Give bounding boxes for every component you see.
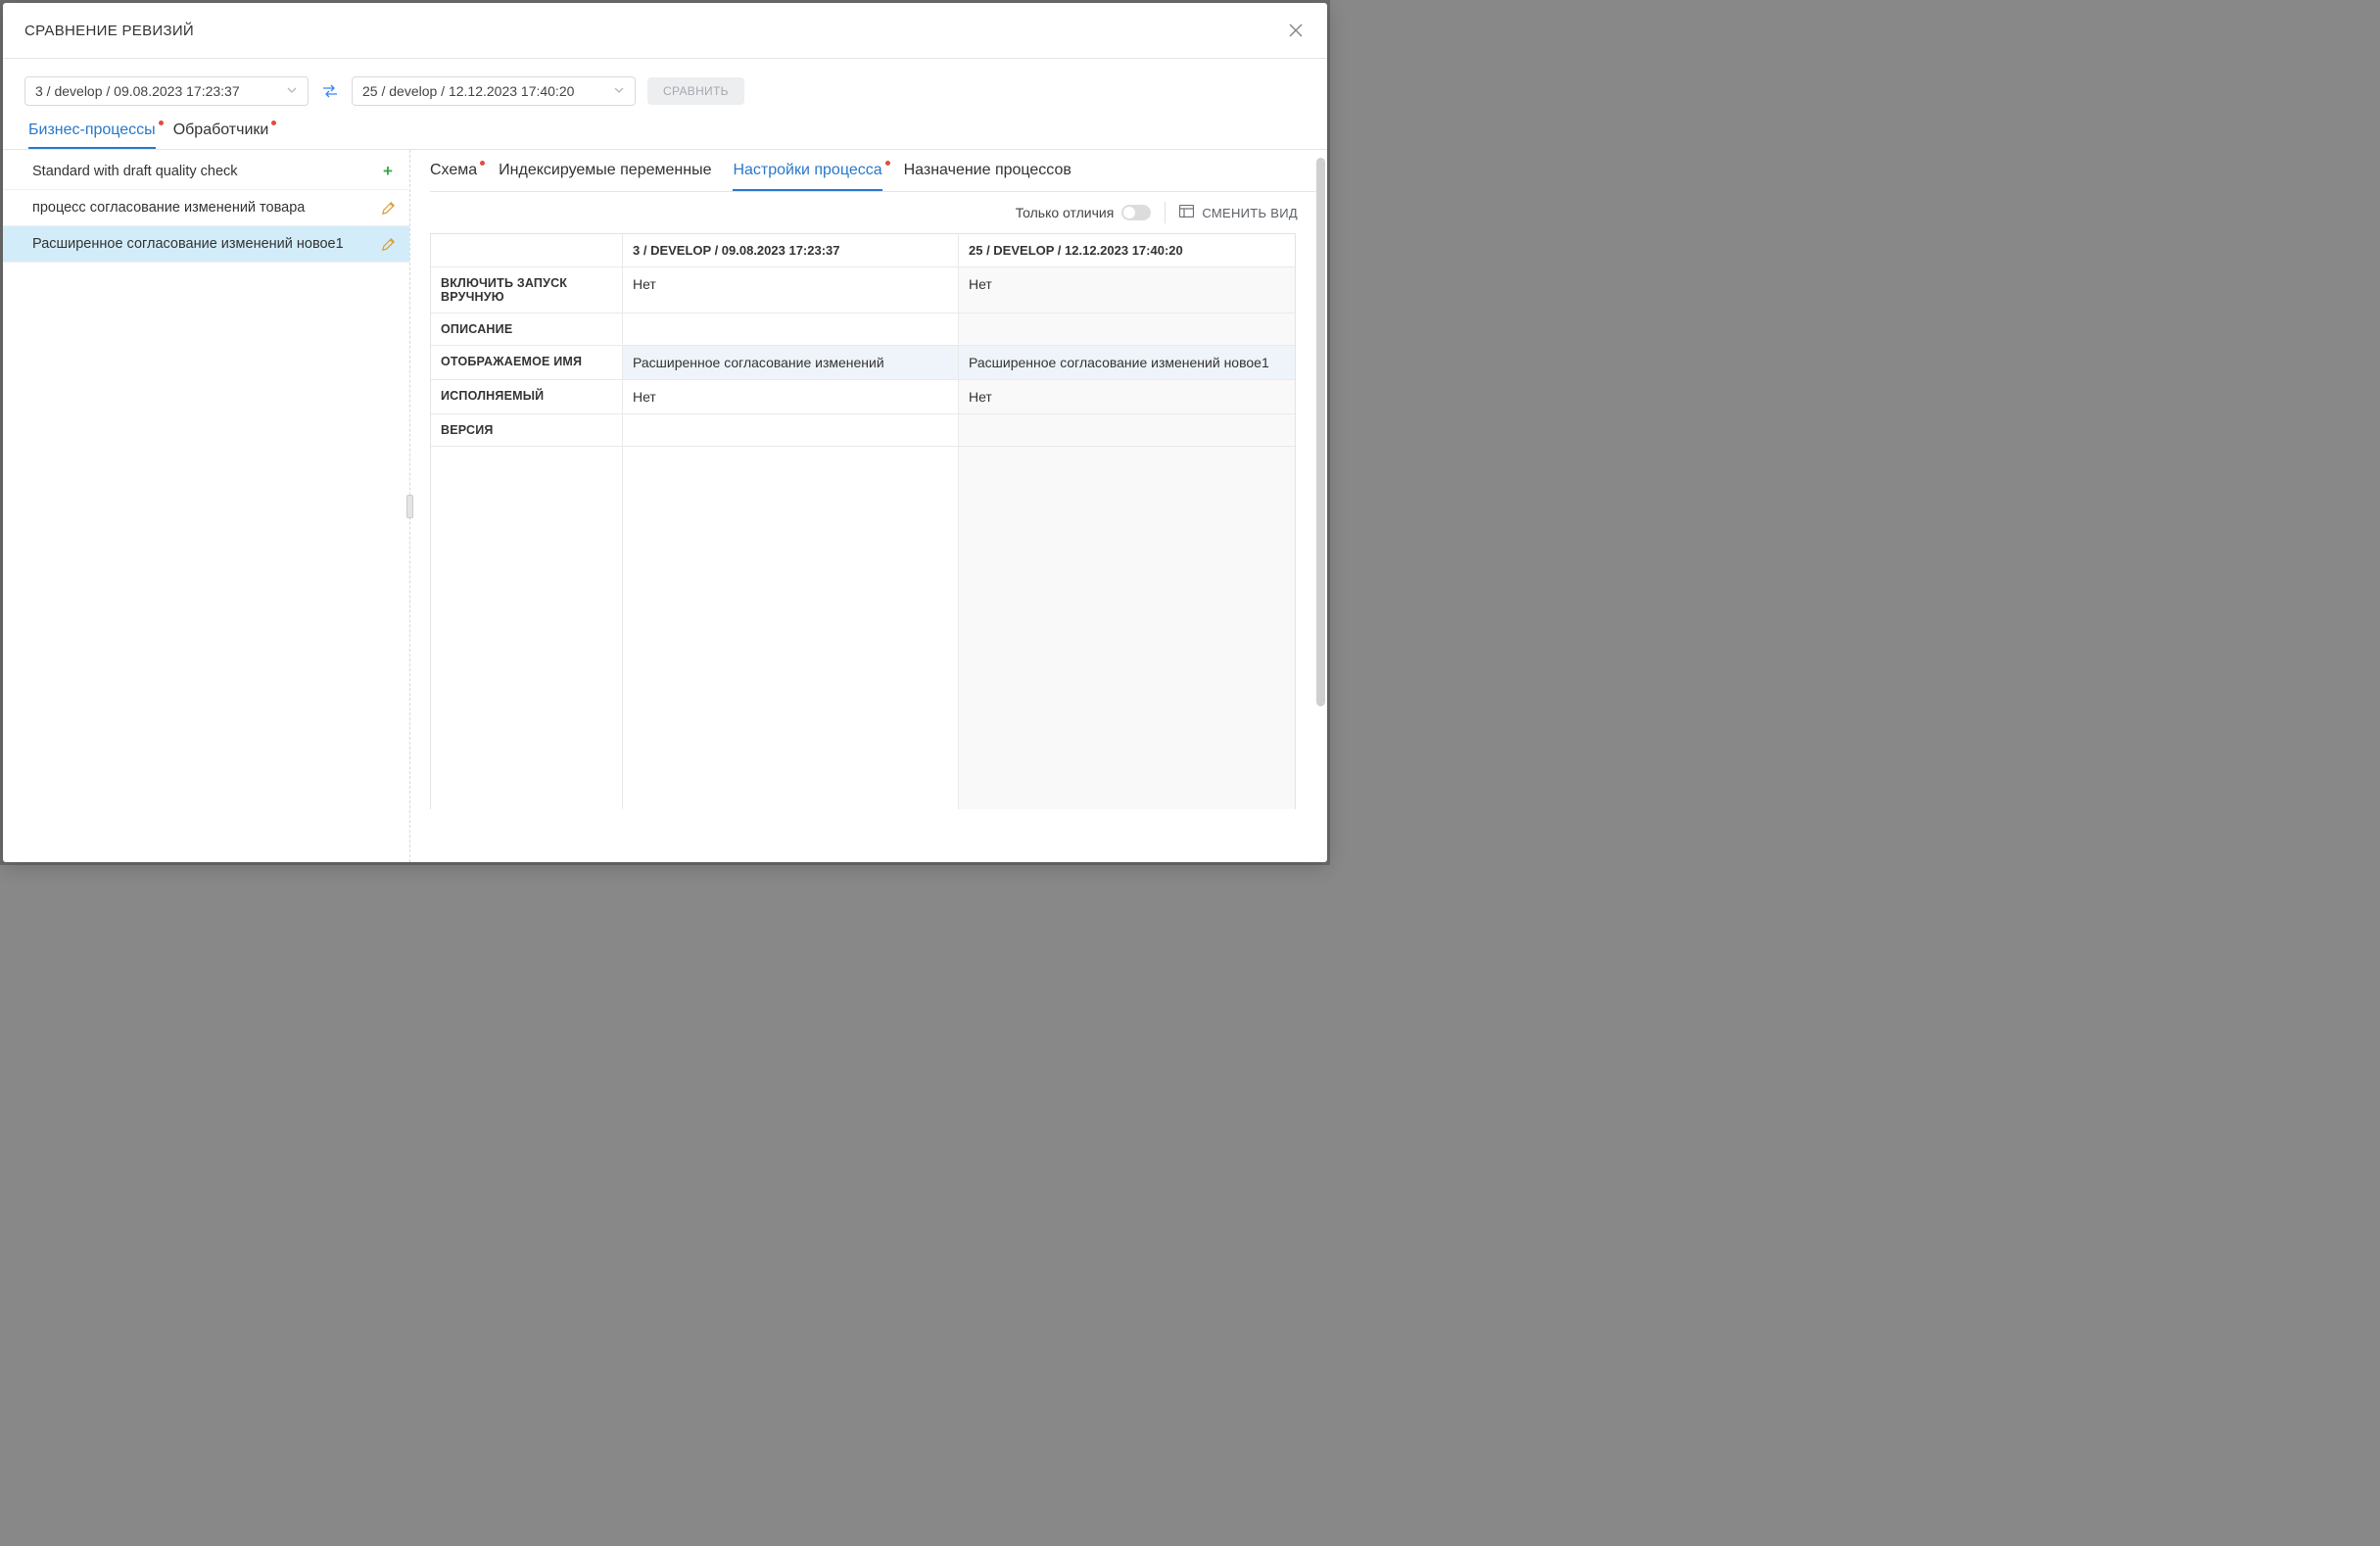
sub-tabs: Схема Индексируемые переменные Настройки… [430,150,1317,192]
row-value-left [623,314,959,346]
left-revision-select[interactable]: 3 / develop / 09.08.2023 17:23:37 [24,76,309,106]
list-item[interactable]: процесс согласование изменений товара [3,190,409,226]
row-value-left: Нет [623,380,959,414]
comparison-panel: Схема Индексируемые переменные Настройки… [410,150,1327,862]
list-item[interactable]: Расширенное согласование изменений новое… [3,226,409,263]
tab-process-assign[interactable]: Назначение процессов [904,162,1071,191]
primary-tabs: Бизнес-процессы Обработчики [3,106,1327,150]
row-value-right: Нет [959,267,1295,314]
list-item[interactable]: Standard with draft quality check + [3,154,409,190]
row-value-right [959,314,1295,346]
row-value-right: Нет [959,380,1295,414]
table-corner [431,234,623,267]
row-value-right [959,414,1295,447]
change-view-button[interactable]: СМЕНИТЬ ВИД [1179,205,1298,220]
tab-handlers[interactable]: Обработчики [173,121,269,149]
row-label: ОПИСАНИЕ [431,314,623,346]
revision-compare-modal: СРАВНЕНИЕ РЕВИЗИЙ 3 / develop / 09.08.20… [3,3,1327,862]
left-revision-value: 3 / develop / 09.08.2023 17:23:37 [35,83,240,99]
plus-icon: + [380,164,396,179]
row-label: ВКЛЮЧИТЬ ЗАПУСК ВРУЧНУЮ [431,267,623,314]
tab-indexed-vars[interactable]: Индексируемые переменные [499,162,711,191]
layout-icon [1179,205,1194,220]
row-label: ОТОБРАЖАЕМОЕ ИМЯ [431,346,623,380]
tab-process-settings[interactable]: Настройки процесса [733,162,881,191]
compare-button[interactable]: СРАВНИТЬ [647,77,744,105]
modal-title: СРАВНЕНИЕ РЕВИЗИЙ [24,23,194,39]
table-header-col2: 25 / DEVELOP / 12.12.2023 17:40:20 [959,234,1295,267]
diff-only-label: Только отличия [1016,205,1115,220]
table-header-col1: 3 / DEVELOP / 09.08.2023 17:23:37 [623,234,959,267]
controls-row: 3 / develop / 09.08.2023 17:23:37 25 / d… [3,59,1327,106]
diff-only-toggle[interactable] [1121,205,1151,220]
table-filler [959,447,1295,809]
list-item-label: процесс согласование изменений товара [32,200,305,216]
tab-business-processes[interactable]: Бизнес-процессы [28,121,156,149]
pencil-icon [380,200,396,216]
right-revision-select[interactable]: 25 / develop / 12.12.2023 17:40:20 [352,76,636,106]
row-label: ИСПОЛНЯЕМЫЙ [431,380,623,414]
change-view-label: СМЕНИТЬ ВИД [1202,206,1298,220]
chevron-down-icon [286,83,298,99]
process-list-panel: Standard with draft quality check + проц… [3,150,410,862]
right-revision-value: 25 / develop / 12.12.2023 17:40:20 [362,83,574,99]
row-value-left [623,414,959,447]
row-value-left: Нет [623,267,959,314]
pencil-icon [380,236,396,252]
table-toolbar: Только отличия СМЕНИТЬ ВИД [430,192,1317,233]
scrollbar[interactable] [1316,158,1325,706]
comparison-table: 3 / DEVELOP / 09.08.2023 17:23:37 25 / D… [430,233,1296,809]
row-value-left: Расширенное согласование изменений [623,346,959,380]
row-label: ВЕРСИЯ [431,414,623,447]
list-item-label: Расширенное согласование изменений новое… [32,236,344,252]
close-icon[interactable] [1286,21,1306,40]
row-value-right: Расширенное согласование изменений новое… [959,346,1295,380]
table-filler [431,447,623,809]
swap-icon[interactable] [320,84,340,98]
list-item-label: Standard with draft quality check [32,164,238,179]
tab-schema[interactable]: Схема [430,162,477,191]
chevron-down-icon [613,83,625,99]
table-filler [623,447,959,809]
modal-header: СРАВНЕНИЕ РЕВИЗИЙ [3,3,1327,59]
divider [1165,202,1166,223]
